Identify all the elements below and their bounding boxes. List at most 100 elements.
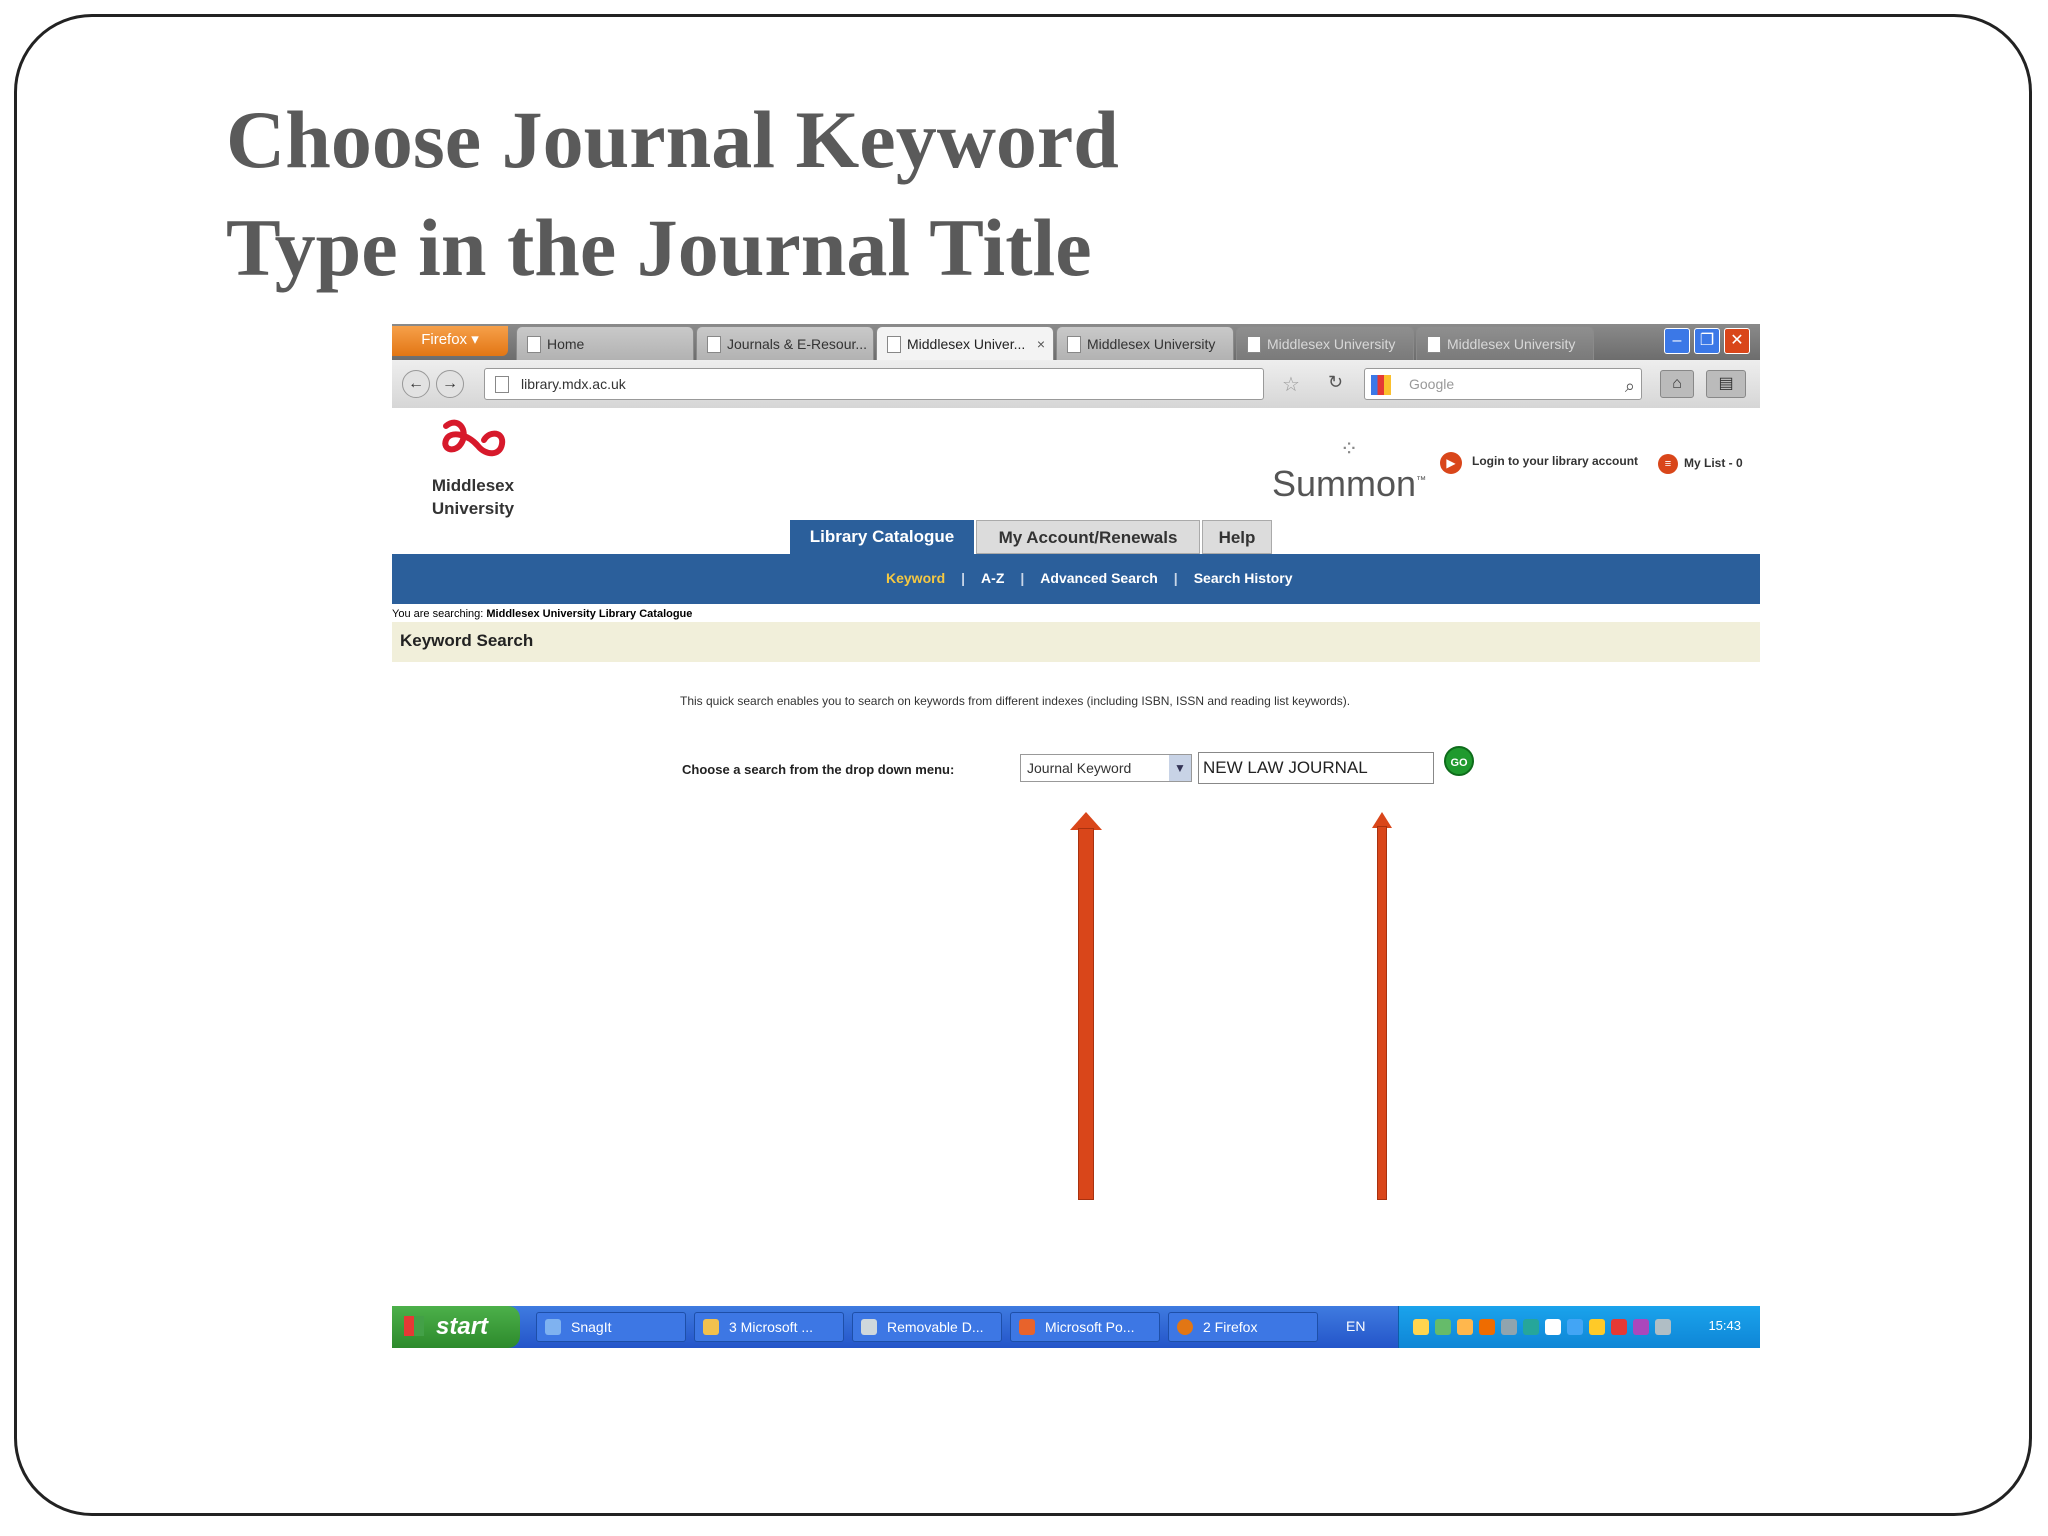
tab-label: Library Catalogue	[809, 527, 955, 546]
windows-logo-icon	[404, 1316, 424, 1336]
start-button[interactable]: start	[392, 1306, 520, 1348]
tray-icon[interactable]	[1611, 1319, 1627, 1335]
tab-label: Help	[1218, 528, 1256, 547]
search-type-select[interactable]: Journal Keyword ▼	[1020, 754, 1192, 782]
subnav-a-z[interactable]: A-Z	[981, 570, 1004, 586]
tray-icon[interactable]	[1457, 1319, 1473, 1335]
tray-icon[interactable]	[1655, 1319, 1671, 1335]
browser-nav-bar: ← → library.mdx.ac.uk ☆ ↻ Google ⌕ ⌂ ▤	[392, 360, 1760, 409]
task-microsoft[interactable]: 3 Microsoft ...	[694, 1312, 844, 1342]
tab-library-catalogue[interactable]: Library Catalogue	[790, 520, 974, 554]
searching-line: You are searching: Middlesex University …	[392, 608, 692, 620]
system-tray: 15:43	[1398, 1306, 1760, 1348]
browser-screenshot: Firefox ▾ Home Journals & E-Resour... Mi…	[392, 324, 1760, 1350]
forward-icon[interactable]: →	[436, 370, 464, 398]
sub-nav-links: Keyword | A-Z | Advanced Search | Search Histo…	[878, 570, 1301, 586]
login-icon[interactable]: ▶	[1440, 452, 1462, 474]
back-icon[interactable]: ←	[402, 370, 430, 398]
task-label: 2 Firefox	[1203, 1319, 1258, 1335]
page-icon	[1247, 336, 1261, 353]
task-firefox[interactable]: 2 Firefox	[1168, 1312, 1318, 1342]
bookmarks-icon[interactable]: ▤	[1706, 370, 1746, 398]
snagit-icon	[545, 1319, 561, 1335]
logo-text-line-1: Middlesex	[431, 476, 515, 495]
address-bar[interactable]: library.mdx.ac.uk	[484, 368, 1264, 400]
search-sub-nav: Keyword | A-Z | Advanced Search | Search Histo…	[392, 554, 1760, 604]
browser-tab-middlesex-2[interactable]: Middlesex University	[1056, 326, 1234, 360]
powerpoint-icon	[1019, 1319, 1035, 1335]
tab-help[interactable]: Help	[1202, 520, 1272, 554]
annotation-arrow-input	[1377, 826, 1387, 1200]
tray-icon[interactable]	[1589, 1319, 1605, 1335]
task-label: 3 Microsoft ...	[729, 1319, 814, 1335]
logo-text-line-2: University	[431, 499, 515, 518]
search-type-label: Choose a search from the drop down menu:	[682, 762, 955, 777]
search-placeholder: Google	[1409, 376, 1455, 392]
reload-icon[interactable]: ↻	[1328, 372, 1343, 393]
task-powerpoint[interactable]: Microsoft Po...	[1010, 1312, 1160, 1342]
tray-icon[interactable]	[1501, 1319, 1517, 1335]
separator: |	[1020, 570, 1025, 586]
searching-target: Middlesex University Library Catalogue	[486, 608, 693, 620]
page-icon	[1067, 336, 1081, 353]
firefox-menu-button[interactable]: Firefox ▾	[392, 326, 508, 356]
browser-tab-home[interactable]: Home	[516, 326, 694, 360]
go-button[interactable]: GO	[1444, 746, 1474, 776]
firefox-icon	[1177, 1319, 1193, 1335]
language-indicator[interactable]: EN	[1346, 1318, 1365, 1334]
page-icon	[527, 336, 541, 353]
close-tab-icon[interactable]: ×	[1037, 327, 1045, 360]
tray-icon[interactable]	[1435, 1319, 1451, 1335]
bookmark-star-icon[interactable]: ☆	[1282, 372, 1300, 397]
close-window-icon[interactable]: ✕	[1724, 328, 1750, 354]
restore-icon[interactable]: ❐	[1694, 328, 1720, 354]
tab-label: Middlesex University	[1447, 336, 1576, 352]
drive-icon	[861, 1319, 877, 1335]
web-search-box[interactable]: Google ⌕	[1364, 368, 1642, 400]
trademark-icon: ™	[1416, 475, 1427, 486]
annotation-arrow-dropdown	[1078, 828, 1094, 1200]
summon-dots-icon: ⁘	[1339, 436, 1359, 461]
browser-tab-journals[interactable]: Journals & E-Resour...	[696, 326, 874, 360]
separator: |	[961, 570, 966, 586]
windows-taskbar: start SnagIt 3 Microsoft ... Removable D…	[392, 1306, 1760, 1348]
taskbar-clock: 15:43	[1708, 1318, 1741, 1333]
chevron-down-icon: ▼	[1169, 755, 1191, 781]
middlesex-logo[interactable]: Middlesex University	[418, 416, 528, 518]
tab-label: Middlesex University	[1087, 336, 1216, 352]
tray-icon[interactable]	[1413, 1319, 1429, 1335]
slide-title-line-1: Choose Journal Keyword	[226, 94, 1119, 185]
my-list-link[interactable]: My List - 0	[1684, 456, 1743, 470]
keyword-search-heading: Keyword Search	[400, 631, 534, 650]
task-label: Removable D...	[887, 1319, 984, 1335]
browser-tab-bar: Firefox ▾ Home Journals & E-Resour... Mi…	[392, 324, 1760, 360]
tray-icon[interactable]	[1479, 1319, 1495, 1335]
task-removable-disk[interactable]: Removable D...	[852, 1312, 1002, 1342]
google-icon	[1371, 375, 1391, 395]
tray-icon[interactable]	[1523, 1319, 1539, 1335]
search-icon[interactable]: ⌕	[1625, 371, 1635, 401]
tab-label: Middlesex University	[1267, 336, 1396, 352]
browser-tab-middlesex-4[interactable]: Middlesex University	[1416, 326, 1594, 360]
page-icon	[1427, 336, 1441, 353]
minimize-icon[interactable]: –	[1664, 328, 1690, 354]
web-page: Middlesex University ⁘ Summon™ ▶ Login t…	[392, 408, 1760, 1306]
summon-logo[interactable]: ⁘ Summon™	[1272, 436, 1426, 503]
home-icon[interactable]: ⌂	[1660, 370, 1694, 398]
subnav-search-history[interactable]: Search History	[1194, 570, 1293, 586]
task-snagit[interactable]: SnagIt	[536, 1312, 686, 1342]
tab-label: Journals & E-Resour...	[727, 336, 868, 352]
page-icon	[707, 336, 721, 353]
tray-icon[interactable]	[1633, 1319, 1649, 1335]
journal-title-input[interactable]	[1198, 752, 1434, 784]
tab-my-account[interactable]: My Account/Renewals	[976, 520, 1200, 554]
my-list-icon[interactable]: ≡	[1658, 454, 1678, 474]
login-link[interactable]: Login to your library account	[1472, 454, 1638, 468]
subnav-advanced-search[interactable]: Advanced Search	[1040, 570, 1158, 586]
browser-tab-middlesex-3[interactable]: Middlesex University	[1236, 326, 1414, 360]
firefox-menu-label: Firefox	[421, 331, 468, 348]
tray-icon[interactable]	[1567, 1319, 1583, 1335]
subnav-keyword[interactable]: Keyword	[886, 570, 945, 586]
tray-icon[interactable]	[1545, 1319, 1561, 1335]
browser-tab-middlesex-active[interactable]: Middlesex Univer... ×	[876, 326, 1054, 360]
